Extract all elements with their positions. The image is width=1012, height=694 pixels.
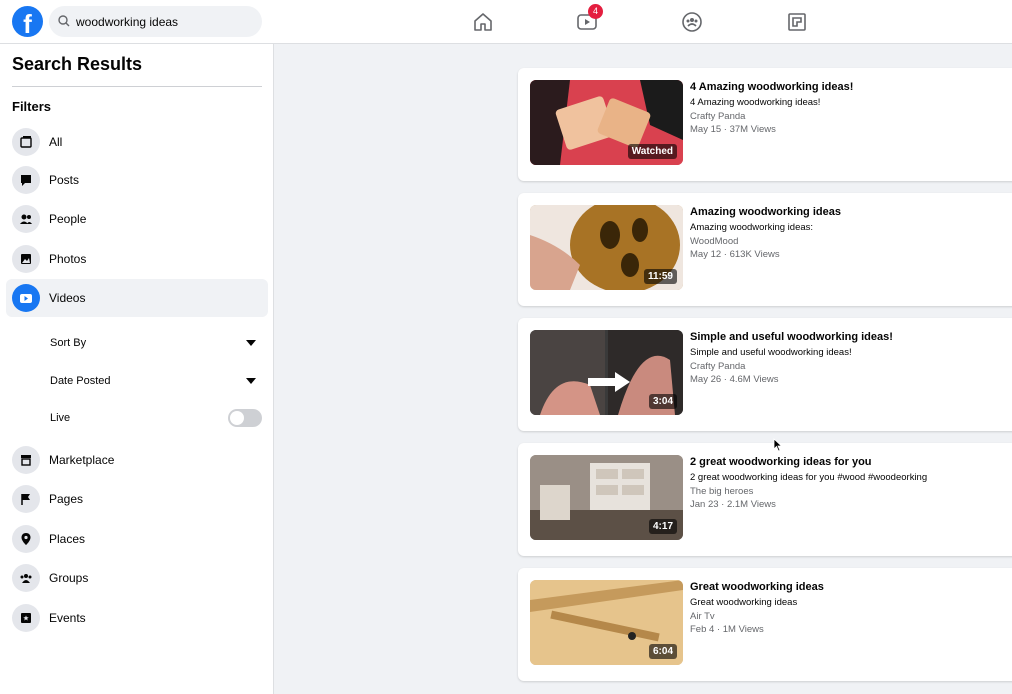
video-thumbnail[interactable]: 3:04	[530, 330, 683, 415]
video-duration: 3:04	[648, 394, 677, 409]
video-description: 4 Amazing woodworking ideas!	[690, 97, 821, 108]
filter-label: Pages	[49, 492, 84, 506]
video-title[interactable]: Amazing woodworking ideas	[690, 205, 1000, 219]
caret-down-icon	[246, 378, 256, 384]
nav-gaming[interactable]	[785, 10, 809, 34]
video-channel[interactable]: The big heroes	[690, 486, 1000, 498]
filter-all[interactable]: All	[6, 123, 268, 161]
filter-places[interactable]: Places	[6, 520, 268, 558]
watched-badge: Watched	[627, 144, 677, 159]
filter-label: All	[49, 135, 63, 149]
video-info: Amazing woodworking ideas Amazing woodwo…	[690, 205, 1000, 261]
search-sidebar: Search Results Filters All Posts People …	[0, 44, 274, 694]
video-result-card[interactable]: 4:17 2 great woodworking ideas for you 2…	[518, 443, 1012, 556]
gaming-icon	[788, 13, 806, 31]
video-description: Great woodworking ideas	[690, 597, 798, 608]
mouse-cursor-icon	[773, 438, 783, 452]
nav-home[interactable]	[471, 10, 495, 34]
video-title[interactable]: Simple and useful woodworking ideas!	[690, 330, 1000, 344]
filter-label: People	[49, 212, 87, 226]
video-thumbnail[interactable]: 4:17	[530, 455, 683, 540]
places-icon	[12, 525, 40, 553]
facebook-logo-icon[interactable]: f	[12, 6, 43, 37]
search-input[interactable]	[76, 6, 256, 37]
page-title: Search Results	[12, 54, 143, 74]
video-icon	[12, 284, 40, 312]
video-channel[interactable]: Air Tv	[690, 611, 1000, 623]
search-box[interactable]	[49, 6, 262, 37]
video-meta: Jan 23 · 2.1M Views	[690, 499, 776, 510]
marketplace-icon	[12, 446, 40, 474]
live-toggle[interactable]	[228, 409, 262, 427]
notification-badge: 4	[588, 4, 603, 19]
filter-label: Videos	[49, 291, 86, 305]
all-icon	[12, 128, 40, 156]
filter-label: Photos	[49, 252, 87, 266]
groups-icon	[682, 12, 702, 32]
home-icon	[474, 13, 492, 31]
video-info: 4 Amazing woodworking ideas! 4 Amazing w…	[690, 80, 1000, 136]
video-result-card[interactable]: 6:04 Great woodworking ideas Great woodw…	[518, 568, 1012, 681]
posts-icon	[12, 166, 40, 194]
video-meta: Feb 4 · 1M Views	[690, 624, 764, 635]
filter-events[interactable]: Events	[6, 599, 268, 637]
video-thumbnail[interactable]: 6:04	[530, 580, 683, 665]
divider	[12, 86, 262, 87]
filter-label: Groups	[49, 571, 89, 585]
nav-groups[interactable]	[680, 10, 704, 34]
video-result-card[interactable]: 11:59 Amazing woodworking ideas Amazing …	[518, 193, 1012, 306]
filter-posts[interactable]: Posts	[6, 161, 268, 199]
filter-label: Marketplace	[49, 453, 115, 467]
video-duration: 11:59	[643, 269, 677, 284]
photos-icon	[12, 245, 40, 273]
filter-people[interactable]: People	[6, 200, 268, 238]
filter-groups[interactable]: Groups	[6, 559, 268, 597]
people-icon	[12, 205, 40, 233]
groups-icon	[12, 564, 40, 592]
video-result-card[interactable]: 3:04 Simple and useful woodworking ideas…	[518, 318, 1012, 431]
filter-label: Events	[49, 611, 86, 625]
video-title[interactable]: 4 Amazing woodworking ideas!	[690, 80, 1000, 94]
live-label: Live	[50, 412, 71, 424]
video-channel[interactable]: WoodMood	[690, 236, 1000, 248]
date-posted-label: Date Posted	[50, 375, 111, 387]
filter-label: Places	[49, 532, 86, 546]
search-icon	[58, 15, 70, 27]
sort-by-dropdown[interactable]: Sort By	[50, 333, 262, 353]
video-description: Amazing woodworking ideas:	[690, 222, 814, 233]
filter-videos[interactable]: Videos	[6, 279, 268, 317]
sort-by-label: Sort By	[50, 337, 87, 349]
video-duration: 4:17	[648, 519, 677, 534]
video-thumbnail[interactable]: 11:59	[530, 205, 683, 290]
video-channel[interactable]: Crafty Panda	[690, 361, 1000, 373]
video-info: 2 great woodworking ideas for you 2 grea…	[690, 455, 1000, 511]
filter-label: Posts	[49, 173, 80, 187]
events-icon	[12, 604, 40, 632]
pages-icon	[12, 485, 40, 513]
filter-marketplace[interactable]: Marketplace	[6, 441, 268, 479]
date-posted-dropdown[interactable]: Date Posted	[50, 371, 262, 391]
video-title[interactable]: Great woodworking ideas	[690, 580, 1000, 594]
video-duration: 6:04	[648, 644, 677, 659]
video-title[interactable]: 2 great woodworking ideas for you	[690, 455, 1000, 469]
video-description: Simple and useful woodworking ideas!	[690, 347, 852, 358]
caret-down-icon	[246, 340, 256, 346]
video-result-card[interactable]: Watched 4 Amazing woodworking ideas! 4 A…	[518, 68, 1012, 181]
live-filter: Live	[50, 408, 262, 428]
video-channel[interactable]: Crafty Panda	[690, 111, 1000, 123]
video-info: Simple and useful woodworking ideas! Sim…	[690, 330, 1000, 386]
nav-watch[interactable]: 4	[575, 4, 603, 34]
filter-photos[interactable]: Photos	[6, 240, 268, 278]
video-meta: May 26 · 4.6M Views	[690, 374, 779, 385]
video-meta: May 15 · 37M Views	[690, 124, 776, 135]
video-thumbnail[interactable]: Watched	[530, 80, 683, 165]
video-meta: May 12 · 613K Views	[690, 249, 780, 260]
video-info: Great woodworking ideas Great woodworkin…	[690, 580, 1000, 636]
video-description: 2 great woodworking ideas for you #wood …	[690, 472, 928, 483]
top-bar: f 4	[0, 0, 1012, 44]
filter-pages[interactable]: Pages	[6, 480, 268, 518]
filters-heading: Filters	[12, 99, 52, 114]
